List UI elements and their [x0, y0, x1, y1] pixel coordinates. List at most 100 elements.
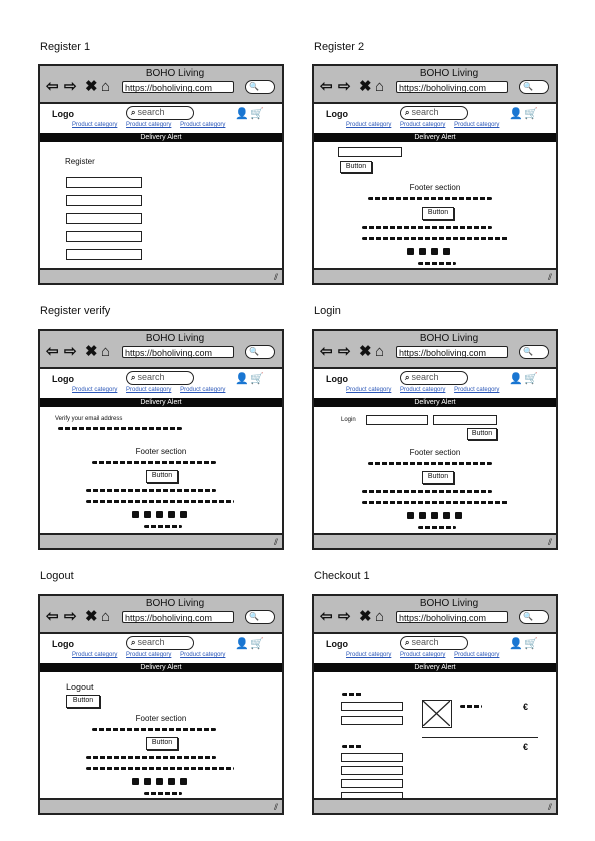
browser-search-icon[interactable]: 🔍 — [519, 610, 549, 624]
browser-search-icon[interactable]: 🔍 — [519, 80, 549, 94]
close-icon[interactable]: ✖ — [359, 344, 372, 359]
category-link[interactable]: Product category — [126, 122, 171, 128]
checkout-field[interactable] — [341, 766, 403, 775]
resize-handle-icon[interactable]: ⫽ — [274, 537, 278, 548]
social-icon[interactable] — [443, 248, 450, 255]
search-input[interactable]: ⌕ search — [126, 106, 194, 120]
browser-search-icon[interactable]: 🔍 — [245, 80, 275, 94]
logo[interactable]: Logo — [52, 374, 74, 384]
register-button[interactable]: Button — [340, 161, 372, 173]
checkout-field[interactable] — [341, 779, 403, 788]
home-icon[interactable]: ⌂ — [101, 79, 110, 94]
category-link[interactable]: Product category — [346, 387, 391, 393]
cart-icon[interactable]: 🛒 — [250, 637, 264, 650]
logo[interactable]: Logo — [52, 639, 74, 649]
user-icon[interactable]: 👤 — [235, 637, 249, 650]
checkout-field[interactable] — [341, 716, 403, 725]
user-icon[interactable]: 👤 — [235, 107, 249, 120]
close-icon[interactable]: ✖ — [85, 609, 98, 624]
category-link[interactable]: Product category — [126, 652, 171, 658]
social-icon[interactable] — [180, 778, 187, 785]
social-icon[interactable] — [156, 511, 163, 518]
browser-search-icon[interactable]: 🔍 — [245, 610, 275, 624]
url-field[interactable]: https://boholiving.com — [122, 346, 234, 358]
search-input[interactable]: ⌕ search — [400, 371, 468, 385]
social-icon[interactable] — [132, 511, 139, 518]
category-link[interactable]: Product category — [454, 122, 499, 128]
footer-button[interactable]: Button — [422, 471, 454, 484]
browser-search-icon[interactable]: 🔍 — [245, 345, 275, 359]
back-arrow-icon[interactable]: ⇦ — [320, 609, 333, 624]
social-icon[interactable] — [431, 512, 438, 519]
social-icon[interactable] — [156, 778, 163, 785]
cart-icon[interactable]: 🛒 — [524, 637, 538, 650]
forward-arrow-icon[interactable]: ⇨ — [338, 79, 351, 94]
register-field[interactable] — [66, 213, 142, 224]
forward-arrow-icon[interactable]: ⇨ — [64, 609, 77, 624]
footer-button[interactable]: Button — [422, 207, 454, 220]
category-link[interactable]: Product category — [346, 652, 391, 658]
social-icon[interactable] — [407, 248, 414, 255]
home-icon[interactable]: ⌂ — [101, 344, 110, 359]
search-input[interactable]: ⌕ search — [126, 636, 194, 650]
register-field[interactable] — [66, 231, 142, 242]
social-icon[interactable] — [419, 512, 426, 519]
resize-handle-icon[interactable]: ⫽ — [274, 802, 278, 813]
browser-search-icon[interactable]: 🔍 — [519, 345, 549, 359]
register-field[interactable] — [66, 195, 142, 206]
resize-handle-icon[interactable]: ⫽ — [548, 537, 552, 548]
cart-icon[interactable]: 🛒 — [524, 372, 538, 385]
social-icon[interactable] — [168, 778, 175, 785]
url-field[interactable]: https://boholiving.com — [396, 81, 508, 93]
cart-icon[interactable]: 🛒 — [250, 372, 264, 385]
category-link[interactable]: Product category — [400, 122, 445, 128]
category-link[interactable]: Product category — [400, 652, 445, 658]
register-field[interactable] — [66, 249, 142, 260]
close-icon[interactable]: ✖ — [85, 344, 98, 359]
checkout-field[interactable] — [341, 702, 403, 711]
search-input[interactable]: ⌕ search — [400, 636, 468, 650]
logo[interactable]: Logo — [326, 109, 348, 119]
social-icon[interactable] — [419, 248, 426, 255]
back-arrow-icon[interactable]: ⇦ — [320, 79, 333, 94]
user-icon[interactable]: 👤 — [509, 372, 523, 385]
social-icon[interactable] — [407, 512, 414, 519]
close-icon[interactable]: ✖ — [359, 79, 372, 94]
category-link[interactable]: Product category — [72, 652, 117, 658]
category-link[interactable]: Product category — [454, 652, 499, 658]
forward-arrow-icon[interactable]: ⇨ — [338, 609, 351, 624]
url-field[interactable]: https://boholiving.com — [122, 611, 234, 623]
close-icon[interactable]: ✖ — [359, 609, 372, 624]
home-icon[interactable]: ⌂ — [101, 609, 110, 624]
url-field[interactable]: https://boholiving.com — [122, 81, 234, 93]
footer-button[interactable]: Button — [146, 737, 178, 750]
back-arrow-icon[interactable]: ⇦ — [46, 344, 59, 359]
forward-arrow-icon[interactable]: ⇨ — [338, 344, 351, 359]
category-link[interactable]: Product category — [180, 652, 225, 658]
social-icon[interactable] — [455, 512, 462, 519]
category-link[interactable]: Product category — [180, 122, 225, 128]
cart-icon[interactable]: 🛒 — [250, 107, 264, 120]
url-field[interactable]: https://boholiving.com — [396, 346, 508, 358]
back-arrow-icon[interactable]: ⇦ — [46, 609, 59, 624]
social-icon[interactable] — [431, 248, 438, 255]
category-link[interactable]: Product category — [72, 387, 117, 393]
home-icon[interactable]: ⌂ — [375, 79, 384, 94]
category-link[interactable]: Product category — [400, 387, 445, 393]
social-icon[interactable] — [144, 778, 151, 785]
close-icon[interactable]: ✖ — [85, 79, 98, 94]
logo[interactable]: Logo — [326, 639, 348, 649]
forward-arrow-icon[interactable]: ⇨ — [64, 79, 77, 94]
footer-button[interactable]: Button — [146, 470, 178, 483]
category-link[interactable]: Product category — [72, 122, 117, 128]
login-button[interactable]: Button — [467, 428, 497, 440]
resize-handle-icon[interactable]: ⫽ — [274, 272, 278, 283]
social-icon[interactable] — [180, 511, 187, 518]
user-icon[interactable]: 👤 — [235, 372, 249, 385]
checkout-field[interactable] — [341, 753, 403, 762]
cart-icon[interactable]: 🛒 — [524, 107, 538, 120]
category-link[interactable]: Product category — [180, 387, 225, 393]
back-arrow-icon[interactable]: ⇦ — [46, 79, 59, 94]
username-field[interactable] — [366, 415, 428, 425]
user-icon[interactable]: 👤 — [509, 637, 523, 650]
